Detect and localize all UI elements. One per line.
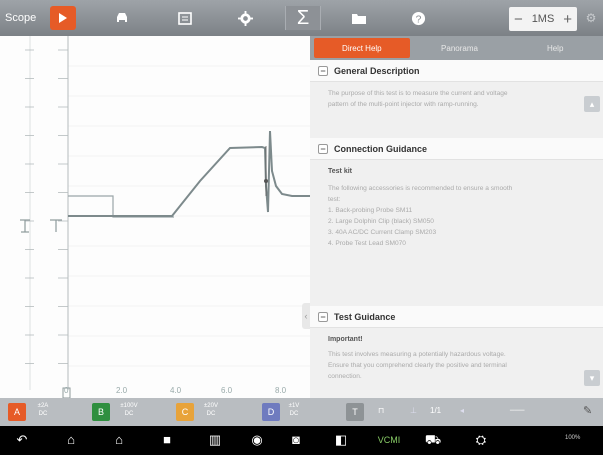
timebase-control: − 1MS + <box>509 7 577 31</box>
play-icon <box>59 13 67 23</box>
guidance-line: This test involves measuring a potential… <box>328 351 506 358</box>
section-subtitle: Test kit <box>328 168 352 175</box>
probe-icon[interactable]: ✎ <box>583 404 592 417</box>
help-tabs: Direct Help Panorama Help <box>310 36 603 60</box>
zoom-out-icon[interactable]: ◂ <box>460 406 464 415</box>
x-tick-label: 0 <box>64 386 69 395</box>
section-title: Test Guidance <box>334 311 396 322</box>
channel-range: ±100V <box>120 403 138 409</box>
section-header-test-guidance[interactable]: − Test Guidance <box>310 306 603 328</box>
trigger-source-icon[interactable]: ⊥ <box>410 406 417 415</box>
channel-bar: A ±2A DC B ±100V DC C ±20V DC D ±1V DC T… <box>0 398 603 426</box>
guidance-line: 3. 40A AC/DC Current Clamp SM203 <box>328 229 437 236</box>
section-header-connection-guidance[interactable]: − Connection Guidance <box>310 138 603 160</box>
channel-range: ±2A <box>37 403 49 409</box>
app-title: Scope <box>5 12 37 24</box>
waveform-plot[interactable] <box>0 36 310 398</box>
guidance-line: connection. <box>328 373 362 380</box>
channel-d-button[interactable]: D <box>262 403 280 421</box>
channel-b-marker <box>50 219 62 232</box>
channel-coupling: DC <box>289 411 299 417</box>
channel-d-settings[interactable]: ±1V DC <box>284 402 304 418</box>
zoom-slider[interactable]: ━━━ <box>510 406 524 415</box>
x-tick-label: 8.0 <box>275 386 287 395</box>
section-body-test-guidance: Important! This test involves measuring … <box>310 328 603 398</box>
gear-icon[interactable] <box>232 6 258 30</box>
back-icon[interactable]: ↶ <box>13 432 31 448</box>
x-tick-label: 2.0 <box>116 386 128 395</box>
channel-coupling: DC <box>38 411 48 417</box>
system-navbar: ↶ ⌂ ⌂ ■ ▥ ◉ ◙ ◧ VCMI ⛟ ⛭ 100% <box>0 426 603 455</box>
guidance-line: 1. Back-probing Probe SM11 <box>328 207 413 214</box>
guidance-line: 2. Large Dolphin Clip (black) SM050 <box>328 218 434 225</box>
section-body-general-description: The purpose of this test is to measure t… <box>310 82 603 138</box>
vci-icon[interactable]: ◉ <box>248 432 266 448</box>
scroll-up-icon[interactable]: ▴ <box>584 96 600 112</box>
window-icon[interactable]: ▥ <box>206 432 224 448</box>
timebase-minus-button[interactable]: − <box>514 11 523 28</box>
trace-channel-a <box>68 130 310 217</box>
zoom-ratio[interactable]: 1/1 <box>430 406 441 415</box>
channel-range: ±20V <box>204 403 218 409</box>
channel-c-button[interactable]: C <box>176 403 194 421</box>
camera-icon[interactable]: ◙ <box>287 432 305 447</box>
section-title: General Description <box>334 65 420 76</box>
collapse-icon[interactable]: − <box>318 143 328 154</box>
panel-collapse-handle[interactable]: ‹ <box>302 303 310 329</box>
description-line: pattern of the multi-point injector with… <box>328 101 479 108</box>
x-tick-label: 6.0 <box>221 386 233 395</box>
document-icon[interactable] <box>172 6 198 30</box>
settings-icon[interactable]: ⚙ <box>582 6 600 30</box>
tab-direct-help[interactable]: Direct Help <box>314 38 410 58</box>
car-icon[interactable] <box>109 6 135 30</box>
guidance-line: The following accessories is recommended… <box>328 185 513 192</box>
home-icon[interactable]: ⌂ <box>62 432 80 447</box>
collapse-icon[interactable]: − <box>318 65 328 76</box>
x-tick-label: 4.0 <box>170 386 182 395</box>
network-icon[interactable]: ⛭ <box>472 432 490 448</box>
channel-coupling: DC <box>206 411 216 417</box>
vcmi-icon[interactable]: VCMI <box>374 435 404 445</box>
section-body-connection-guidance: Test kit The following accessories is re… <box>310 160 603 306</box>
channel-a-settings[interactable]: ±2A DC <box>30 402 56 418</box>
trace-channel-b <box>68 195 174 218</box>
description-line: The purpose of this test is to measure t… <box>328 90 508 97</box>
folder-icon[interactable] <box>346 6 372 30</box>
section-header-general-description[interactable]: − General Description <box>310 60 603 82</box>
channel-a-marker <box>20 219 30 233</box>
scroll-down-icon[interactable]: ▾ <box>584 370 600 386</box>
tab-help[interactable]: Help <box>507 36 603 60</box>
guidance-line: test: <box>328 196 341 203</box>
channel-c-settings[interactable]: ±20V DC <box>198 402 224 418</box>
channel-coupling: DC <box>124 411 134 417</box>
car-icon[interactable]: ⛟ <box>424 432 442 450</box>
house-icon[interactable]: ⌂ <box>110 432 128 447</box>
run-button[interactable] <box>50 6 76 30</box>
collapse-icon[interactable]: − <box>318 311 328 322</box>
guidance-line: 4. Probe Test Lead SM070 <box>328 240 406 247</box>
timebase-plus-button[interactable]: + <box>563 11 572 28</box>
channel-b-button[interactable]: B <box>92 403 110 421</box>
scope-display[interactable]: 0 2.0 4.0 6.0 8.0 <box>0 36 310 398</box>
sigma-icon[interactable]: Σ <box>285 6 321 30</box>
trigger-button[interactable]: T <box>346 403 364 421</box>
help-panel: Direct Help Panorama Help − General Desc… <box>310 36 603 398</box>
stop-icon[interactable]: ■ <box>158 432 176 447</box>
tab-panorama[interactable]: Panorama <box>412 36 508 60</box>
guidance-line: Ensure that you comprehend clearly the p… <box>328 362 507 369</box>
screen-icon[interactable]: ◧ <box>332 432 350 448</box>
section-subtitle: Important! <box>328 336 363 343</box>
channel-a-button[interactable]: A <box>8 403 26 421</box>
channel-range: ±1V <box>288 403 300 409</box>
status-indicator: 100% <box>565 435 581 441</box>
help-icon[interactable]: ? <box>405 6 431 30</box>
section-title: Connection Guidance <box>334 143 428 154</box>
svg-text:?: ? <box>415 14 421 25</box>
channel-b-settings[interactable]: ±100V DC <box>114 402 144 418</box>
timebase-value: 1MS <box>531 13 555 25</box>
trigger-edge-icon[interactable]: ⊓ <box>378 406 384 415</box>
